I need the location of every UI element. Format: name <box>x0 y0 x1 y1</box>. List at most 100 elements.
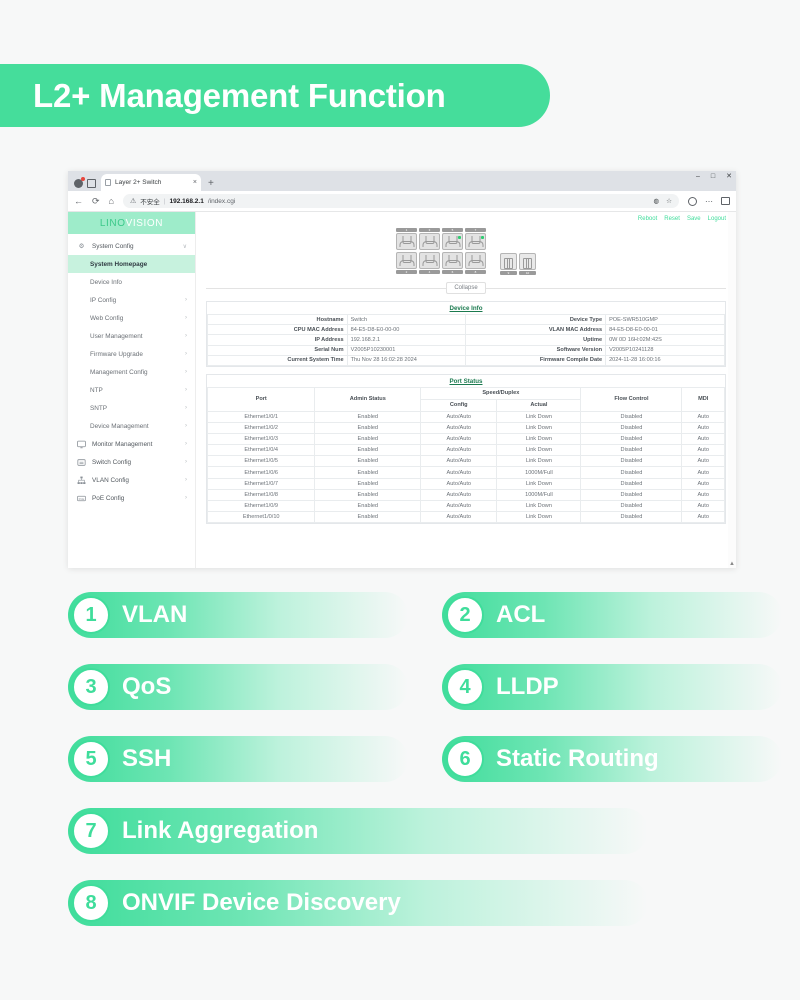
cell-config: Auto/Auto <box>420 432 498 446</box>
rj45-port[interactable] <box>396 252 417 269</box>
sidebar-item-user-management[interactable]: User Management › <box>68 327 195 345</box>
feature-bar <box>442 592 782 638</box>
feature-number: 2 <box>446 596 484 634</box>
bottom-port-numbers: 2 4 6 8 <box>396 270 486 274</box>
feature-label: LLDP <box>496 673 559 700</box>
back-icon[interactable]: ← <box>74 196 83 206</box>
sfp-port[interactable] <box>519 253 536 270</box>
cell-admin: Enabled <box>314 455 422 468</box>
col-actual: Actual <box>496 398 582 412</box>
sidebar-item-vlan-config[interactable]: VLAN Config › <box>68 471 195 489</box>
vertical-scrollbar[interactable]: ▲ <box>728 212 736 568</box>
feature-label: ONVIF Device Discovery <box>122 889 401 916</box>
sidebar-item-web-config[interactable]: Web Config › <box>68 309 195 327</box>
sidebar-item-ip-config[interactable]: IP Config › <box>68 291 195 309</box>
table-row: Ethernet1/0/3 Enabled Auto/Auto Link Dow… <box>206 432 725 446</box>
cell-port: Ethernet1/0/8 <box>206 488 316 502</box>
close-icon[interactable]: × <box>193 179 197 186</box>
port-number-label: 4 <box>419 270 440 274</box>
reload-icon[interactable]: ⟳ <box>92 196 100 206</box>
cell-config: Auto/Auto <box>420 488 498 502</box>
sidebar-item-system-homepage[interactable]: System Homepage <box>68 255 195 273</box>
sidebar-item-sntp[interactable]: SNTP › <box>68 399 195 417</box>
sidebar: LINO VISION ⚙ System Config ∨ System Home… <box>68 212 196 568</box>
feature-item-vlan[interactable]: 1 VLAN <box>68 592 426 638</box>
sidebar-item-system-config[interactable]: ⚙ System Config ∨ <box>68 237 195 255</box>
feature-number: 8 <box>72 884 110 922</box>
feature-item-acl[interactable]: 2 ACL <box>442 592 800 638</box>
feature-item-onvif-device-discovery[interactable]: 8 ONVIF Device Discovery <box>68 880 668 926</box>
minimize-icon[interactable]: – <box>696 173 700 180</box>
save-link[interactable]: Save <box>687 216 701 222</box>
reboot-link[interactable]: Reboot <box>638 216 657 222</box>
page-favicon-icon <box>105 179 111 186</box>
tab-search-icon[interactable] <box>87 179 96 188</box>
home-icon[interactable]: ⌂ <box>109 196 114 206</box>
sidebar-item-poe-config[interactable]: PoE PoE Config › <box>68 489 195 507</box>
sidebar-icon[interactable] <box>721 197 730 205</box>
reset-link[interactable]: Reset <box>664 216 680 222</box>
port-status-card: Port Status Port Admin Status Speed/Dupl… <box>206 373 726 525</box>
close-window-icon[interactable]: ✕ <box>726 173 732 180</box>
sidebar-item-device-management[interactable]: Device Management › <box>68 417 195 435</box>
scroll-down-arrow-icon[interactable]: ▲ <box>728 560 736 568</box>
feature-item-qos[interactable]: 3 QoS <box>68 664 426 710</box>
rj45-port[interactable] <box>419 252 440 269</box>
feature-number: 1 <box>72 596 110 634</box>
rj45-port[interactable] <box>465 252 486 269</box>
profile-icon[interactable] <box>688 196 697 206</box>
sidebar-item-device-info[interactable]: Device Info <box>68 273 195 291</box>
sidebar-item-switch-config[interactable]: Switch Config › <box>68 453 195 471</box>
feature-bar <box>68 736 408 782</box>
collapse-row: Collapse <box>206 282 726 294</box>
logout-link[interactable]: Logout <box>708 216 726 222</box>
cell-actual: Link Down <box>496 444 582 457</box>
maximize-icon[interactable]: □ <box>711 173 715 180</box>
cell-config: Auto/Auto <box>420 455 498 468</box>
sidebar-item-label: VLAN Config <box>92 476 129 484</box>
table-row: Ethernet1/0/5 Enabled Auto/Auto Link Dow… <box>206 455 725 468</box>
overflow-menu-icon[interactable]: ⋯ <box>705 197 713 206</box>
sidebar-item-ntp[interactable]: NTP › <box>68 381 195 399</box>
brand-logo-part2: VISION <box>125 217 164 229</box>
sidebar-item-monitor-management[interactable]: Monitor Management › <box>68 435 195 453</box>
chevron-right-icon: › <box>185 459 187 465</box>
address-bar[interactable]: ⚠ 不安全 | 192.168.2.1 /index.cgi ◍ ☆ <box>122 194 679 208</box>
sfp-port[interactable] <box>500 253 517 270</box>
cell-config: Auto/Auto <box>420 477 498 490</box>
new-tab-button[interactable]: + <box>208 179 214 189</box>
switch-front-panel: 1 3 5 7 2 4 6 8 9 10 <box>206 222 726 275</box>
feature-item-static-routing[interactable]: 6 Static Routing <box>442 736 800 782</box>
translate-icon[interactable]: ◍ <box>654 197 660 205</box>
cell-actual: Link Down <box>496 511 582 524</box>
feature-item-ssh[interactable]: 5 SSH <box>68 736 426 782</box>
sidebar-item-management-config[interactable]: Management Config › <box>68 363 195 381</box>
sidebar-item-firmware-upgrade[interactable]: Firmware Upgrade › <box>68 345 195 363</box>
feature-list: 1 VLAN 2 ACL 3 QoS 4 LLDP 5 SSH 6 Static… <box>0 592 800 952</box>
feature-label: QoS <box>122 673 172 700</box>
sidebar-item-label: System Config <box>92 242 134 250</box>
feature-number: 3 <box>72 668 110 706</box>
rj45-port-block: 1 3 5 7 2 4 6 8 <box>396 228 486 274</box>
rj45-port[interactable] <box>465 233 486 250</box>
cell-mdi: Auto <box>681 499 725 513</box>
collapse-button[interactable]: Collapse <box>446 282 486 294</box>
feature-item-lldp[interactable]: 4 LLDP <box>442 664 800 710</box>
rj45-port[interactable] <box>396 233 417 250</box>
feature-item-link-aggregation[interactable]: 7 Link Aggregation <box>68 808 668 854</box>
bookmark-star-icon[interactable]: ☆ <box>666 197 672 205</box>
field-value: Thu Nov 28 16:02:28 2024 <box>346 354 467 366</box>
cell-actual: 1000M/Full <box>496 466 582 479</box>
profile-avatar-icon[interactable] <box>74 177 85 188</box>
col-admin-status: Admin Status <box>314 386 422 412</box>
feature-row: 7 Link Aggregation <box>0 808 800 880</box>
rj45-port[interactable] <box>442 252 463 269</box>
feature-number: 7 <box>72 812 110 850</box>
browser-tab[interactable]: Layer 2+ Switch × <box>101 174 201 191</box>
feature-row: 8 ONVIF Device Discovery <box>0 880 800 952</box>
rj45-row-even <box>396 252 486 269</box>
rj45-port[interactable] <box>419 233 440 250</box>
port-number-label: 2 <box>396 270 417 274</box>
rj45-port[interactable] <box>442 233 463 250</box>
sidebar-item-label: Monitor Management <box>92 440 153 448</box>
